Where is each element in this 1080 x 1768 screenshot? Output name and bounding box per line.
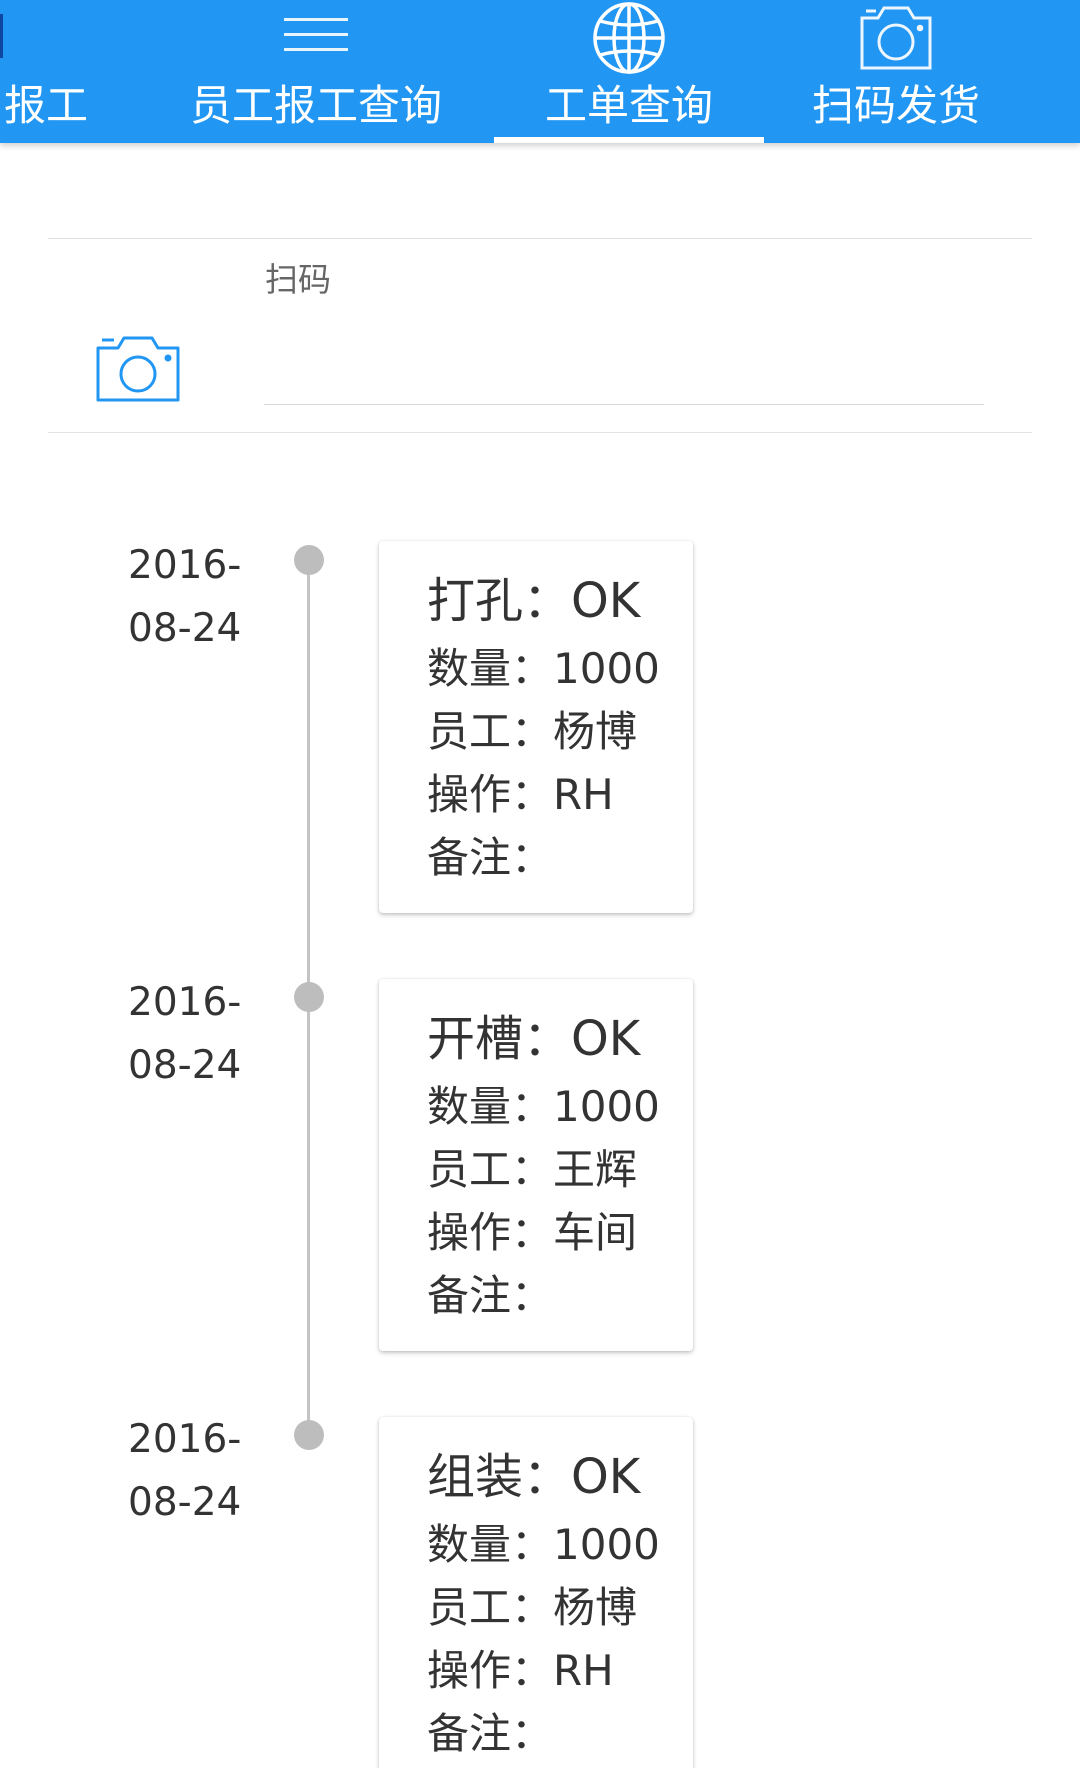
- card-operation: 操作：RH: [427, 1646, 614, 1695]
- globe-icon: [593, 2, 665, 74]
- card-remark: 备注：: [427, 1271, 554, 1320]
- tab-report[interactable]: 报工: [0, 0, 130, 143]
- tab-employee-report-query[interactable]: 员工报工查询: [176, 0, 456, 143]
- tab-report-label: 报工: [4, 81, 89, 130]
- card-process-status: 打孔：OK: [427, 573, 641, 629]
- scan-label: 扫码: [265, 260, 331, 299]
- menu-icon: [284, 18, 348, 51]
- timeline-card[interactable]: 打孔：OK 数量：1000 员工：杨博 操作：RH 备注：: [379, 541, 693, 913]
- card-employee: 员工：杨博: [427, 707, 638, 756]
- card-employee: 员工：杨博: [427, 1583, 638, 1632]
- tab-work-order-query-label: 工单查询: [544, 81, 713, 130]
- scan-bottom-divider: [48, 432, 1032, 433]
- card-operation: 操作：车间: [427, 1208, 638, 1257]
- tab-work-order-query[interactable]: 工单查询: [494, 0, 764, 143]
- card-quantity: 数量：1000: [427, 644, 660, 693]
- card-operation: 操作：RH: [427, 770, 614, 819]
- card-employee: 员工：王辉: [427, 1145, 638, 1194]
- card-remark: 备注：: [427, 833, 554, 882]
- active-tab-indicator: [494, 137, 764, 143]
- camera-icon: [860, 6, 932, 70]
- scan-top-divider: [48, 238, 1032, 239]
- card-remark: 备注：: [427, 1709, 554, 1758]
- card-quantity: 数量：1000: [427, 1520, 660, 1569]
- card-quantity: 数量：1000: [427, 1082, 660, 1131]
- camera-icon[interactable]: [94, 334, 182, 404]
- timeline-card[interactable]: 组装：OK 数量：1000 员工：杨博 操作：RH 备注：: [379, 1417, 693, 1768]
- timeline-dot: [294, 982, 324, 1012]
- work-order-query-page: 报工 员工报工查询 工单查询 扫码发货 扫码 2016-08-24 打孔：OK …: [0, 0, 1080, 1768]
- timeline-dot: [294, 545, 324, 575]
- timeline-date: 2016-08-24: [128, 543, 242, 651]
- timeline-card[interactable]: 开槽：OK 数量：1000 员工：王辉 操作：车间 备注：: [379, 979, 693, 1351]
- tab-scan-ship-label: 扫码发货: [811, 81, 980, 130]
- scan-input[interactable]: [264, 305, 984, 405]
- timeline-date: 2016-08-24: [128, 980, 242, 1088]
- card-process-status: 开槽：OK: [427, 1011, 641, 1067]
- tab-employee-report-query-label: 员工报工查询: [189, 81, 442, 130]
- top-tab-bar: 报工 员工报工查询 工单查询 扫码发货: [0, 0, 1080, 143]
- timeline-dot: [294, 1420, 324, 1450]
- timeline-date: 2016-08-24: [128, 1417, 242, 1525]
- tab-scan-ship[interactable]: 扫码发货: [780, 0, 1012, 143]
- card-process-status: 组装：OK: [427, 1449, 641, 1505]
